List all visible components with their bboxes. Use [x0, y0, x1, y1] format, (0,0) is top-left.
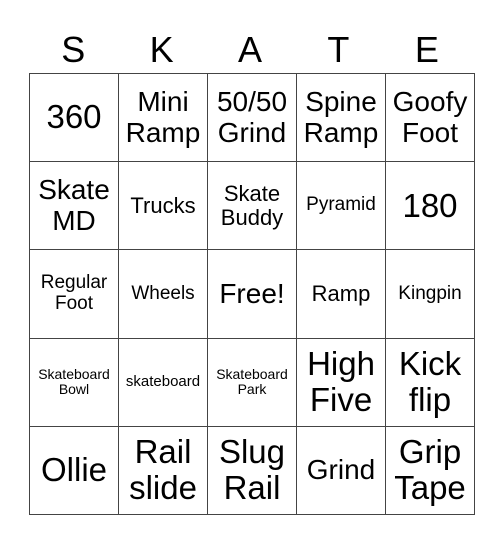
bingo-cell[interactable]: Skate Buddy	[207, 161, 297, 251]
bingo-cell[interactable]: Spine Ramp	[296, 72, 386, 163]
bingo-row: Skateboard Bowl skateboard Skateboard Park…	[29, 337, 475, 427]
bingo-cell[interactable]: Goofy Foot	[385, 72, 475, 163]
header-letter: T	[327, 29, 350, 70]
bingo-cell[interactable]: 360	[29, 72, 119, 163]
bingo-cell[interactable]: Trucks	[118, 161, 208, 251]
bingo-cell[interactable]: Ollie	[29, 425, 119, 516]
bingo-cell[interactable]: Kick flip	[385, 337, 475, 427]
bingo-header: S K A T E	[29, 28, 471, 72]
bingo-cell[interactable]: Grind	[296, 425, 386, 516]
header-letter: S	[61, 29, 86, 70]
bingo-row: Skate MD Trucks Skate Buddy Pyramid 180	[29, 161, 475, 251]
bingo-cell[interactable]: skateboard	[118, 337, 208, 427]
bingo-grid: 360 Mini Ramp 50/50 Grind Spine Ramp Goofy F…	[29, 72, 475, 516]
bingo-cell[interactable]: Ramp	[296, 249, 386, 339]
header-letter: E	[414, 29, 439, 70]
bingo-cell[interactable]: Skateboard Bowl	[29, 337, 119, 427]
bingo-cell[interactable]: High Five	[296, 337, 386, 427]
bingo-cell[interactable]: Free!	[207, 249, 297, 339]
bingo-cell[interactable]: Mini Ramp	[118, 72, 208, 163]
bingo-cell[interactable]: Skateboard Park	[207, 337, 297, 427]
header-letter: K	[149, 29, 174, 70]
bingo-cell[interactable]: Regular Foot	[29, 249, 119, 339]
bingo-cell[interactable]: Wheels	[118, 249, 208, 339]
bingo-cell[interactable]: Slug Rail	[207, 425, 297, 516]
bingo-cell[interactable]: 180	[385, 161, 475, 251]
bingo-cell[interactable]: Kingpin	[385, 249, 475, 339]
bingo-cell[interactable]: Grip Tape	[385, 425, 475, 516]
bingo-row: 360 Mini Ramp 50/50 Grind Spine Ramp Goofy F…	[29, 72, 475, 163]
bingo-row: Ollie Rail slide Slug Rail Grind Grip Tape	[29, 425, 475, 516]
bingo-row: Regular Foot Wheels Free! Ramp Kingpin	[29, 249, 475, 339]
bingo-cell[interactable]: Pyramid	[296, 161, 386, 251]
bingo-cell[interactable]: 50/50 Grind	[207, 72, 297, 163]
bingo-cell[interactable]: Rail slide	[118, 425, 208, 516]
header-letter: A	[238, 29, 263, 70]
bingo-cell[interactable]: Skate MD	[29, 161, 119, 251]
